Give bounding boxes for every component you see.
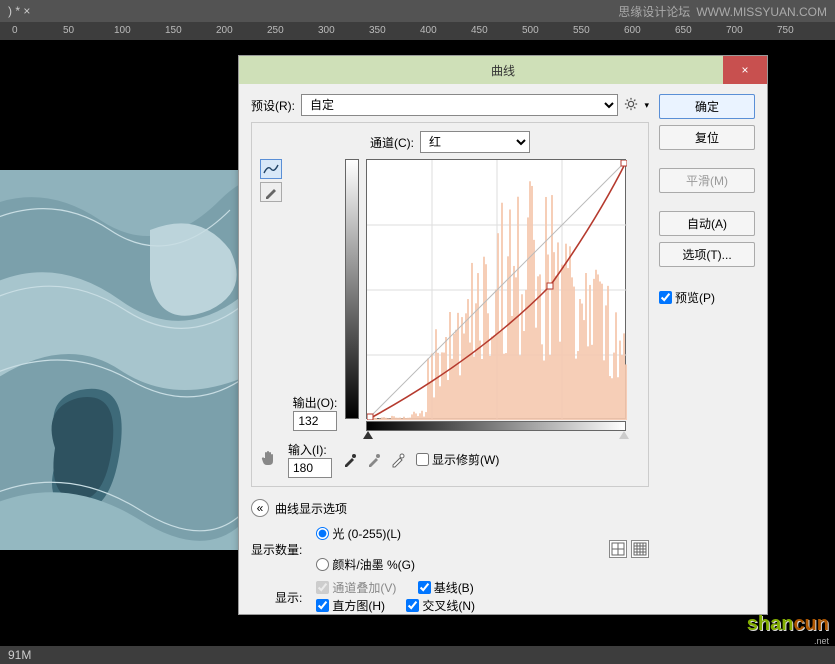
grid-detailed-icon	[633, 542, 647, 556]
document-canvas[interactable]	[0, 170, 240, 550]
status-bar: 91M	[0, 646, 835, 664]
smooth-button: 平滑(M)	[659, 168, 755, 193]
ok-button[interactable]: 确定	[659, 94, 755, 119]
gradient-horizontal[interactable]	[366, 421, 626, 431]
options-button[interactable]: 选项(T)...	[659, 242, 755, 267]
gear-menu-icon[interactable]: ▾	[644, 100, 649, 111]
gradient-vertical	[345, 159, 359, 419]
channel-overlay-checkbox[interactable]: 通道叠加(V)	[316, 579, 396, 596]
white-point-slider[interactable]	[619, 431, 629, 439]
forum-label: 思缘设计论坛 WWW.MISSYUAN.COM	[618, 3, 827, 20]
channel-label: 通道(C):	[370, 134, 414, 151]
intersection-checkbox[interactable]: 交叉线(N)	[406, 597, 475, 614]
curve-tool-button[interactable]	[260, 159, 282, 179]
auto-button[interactable]: 自动(A)	[659, 211, 755, 236]
pencil-icon	[264, 185, 278, 199]
preset-label: 预设(R):	[251, 97, 295, 114]
histogram-checkbox[interactable]: 直方图(H)	[316, 597, 385, 614]
options-header: 曲线显示选项	[275, 500, 347, 517]
status-memory: 91M	[8, 648, 31, 662]
show-amount-label: 显示数量:	[251, 541, 302, 558]
channel-select[interactable]: 红	[420, 131, 530, 153]
preset-select[interactable]: 自定	[301, 94, 618, 116]
dialog-title: 曲线	[491, 62, 515, 79]
grid-detailed-button[interactable]	[631, 540, 649, 558]
hand-icon[interactable]	[260, 449, 278, 470]
output-field[interactable]	[293, 411, 337, 431]
curves-dialog: 曲线 × 预设(R): 自定 ▾ 通道(C): 红	[238, 55, 768, 615]
document-tab[interactable]: ) * ×	[8, 4, 30, 18]
eyedropper-black-icon[interactable]	[342, 452, 358, 468]
dialog-titlebar[interactable]: 曲线 ×	[239, 56, 767, 84]
close-button[interactable]: ×	[723, 56, 767, 84]
show-clipping-checkbox[interactable]: 显示修剪(W)	[416, 451, 499, 468]
curve-group: 通道(C): 红 输出(O):	[251, 122, 649, 487]
eyedropper-white-icon[interactable]	[390, 452, 406, 468]
show-label: 显示:	[251, 589, 302, 606]
output-label: 输出(O):	[293, 394, 338, 411]
input-field[interactable]	[288, 458, 332, 478]
preview-checkbox[interactable]: 预览(P)	[659, 289, 755, 306]
curve-icon	[263, 163, 279, 175]
grid-simple-button[interactable]	[609, 540, 627, 558]
eyedropper-gray-icon[interactable]	[366, 452, 382, 468]
gear-icon[interactable]	[624, 97, 638, 114]
black-point-slider[interactable]	[363, 431, 373, 439]
pencil-tool-button[interactable]	[260, 182, 282, 202]
input-label: 输入(I):	[288, 441, 332, 458]
ruler-horizontal: 0501001502002503003504004505005506006507…	[0, 22, 835, 40]
cancel-button[interactable]: 复位	[659, 125, 755, 150]
app-topbar: ) * × 思缘设计论坛 WWW.MISSYUAN.COM	[0, 0, 835, 22]
grid-simple-icon	[611, 542, 625, 556]
pigment-radio[interactable]: 颜料/油墨 %(G)	[316, 556, 595, 573]
light-radio[interactable]: 光 (0-255)(L)	[316, 525, 595, 542]
close-icon: ×	[741, 63, 748, 77]
baseline-checkbox[interactable]: 基线(B)	[418, 579, 474, 596]
collapse-button[interactable]: «	[251, 499, 269, 517]
chevron-up-icon: «	[257, 501, 264, 515]
curve-canvas[interactable]	[366, 159, 626, 419]
